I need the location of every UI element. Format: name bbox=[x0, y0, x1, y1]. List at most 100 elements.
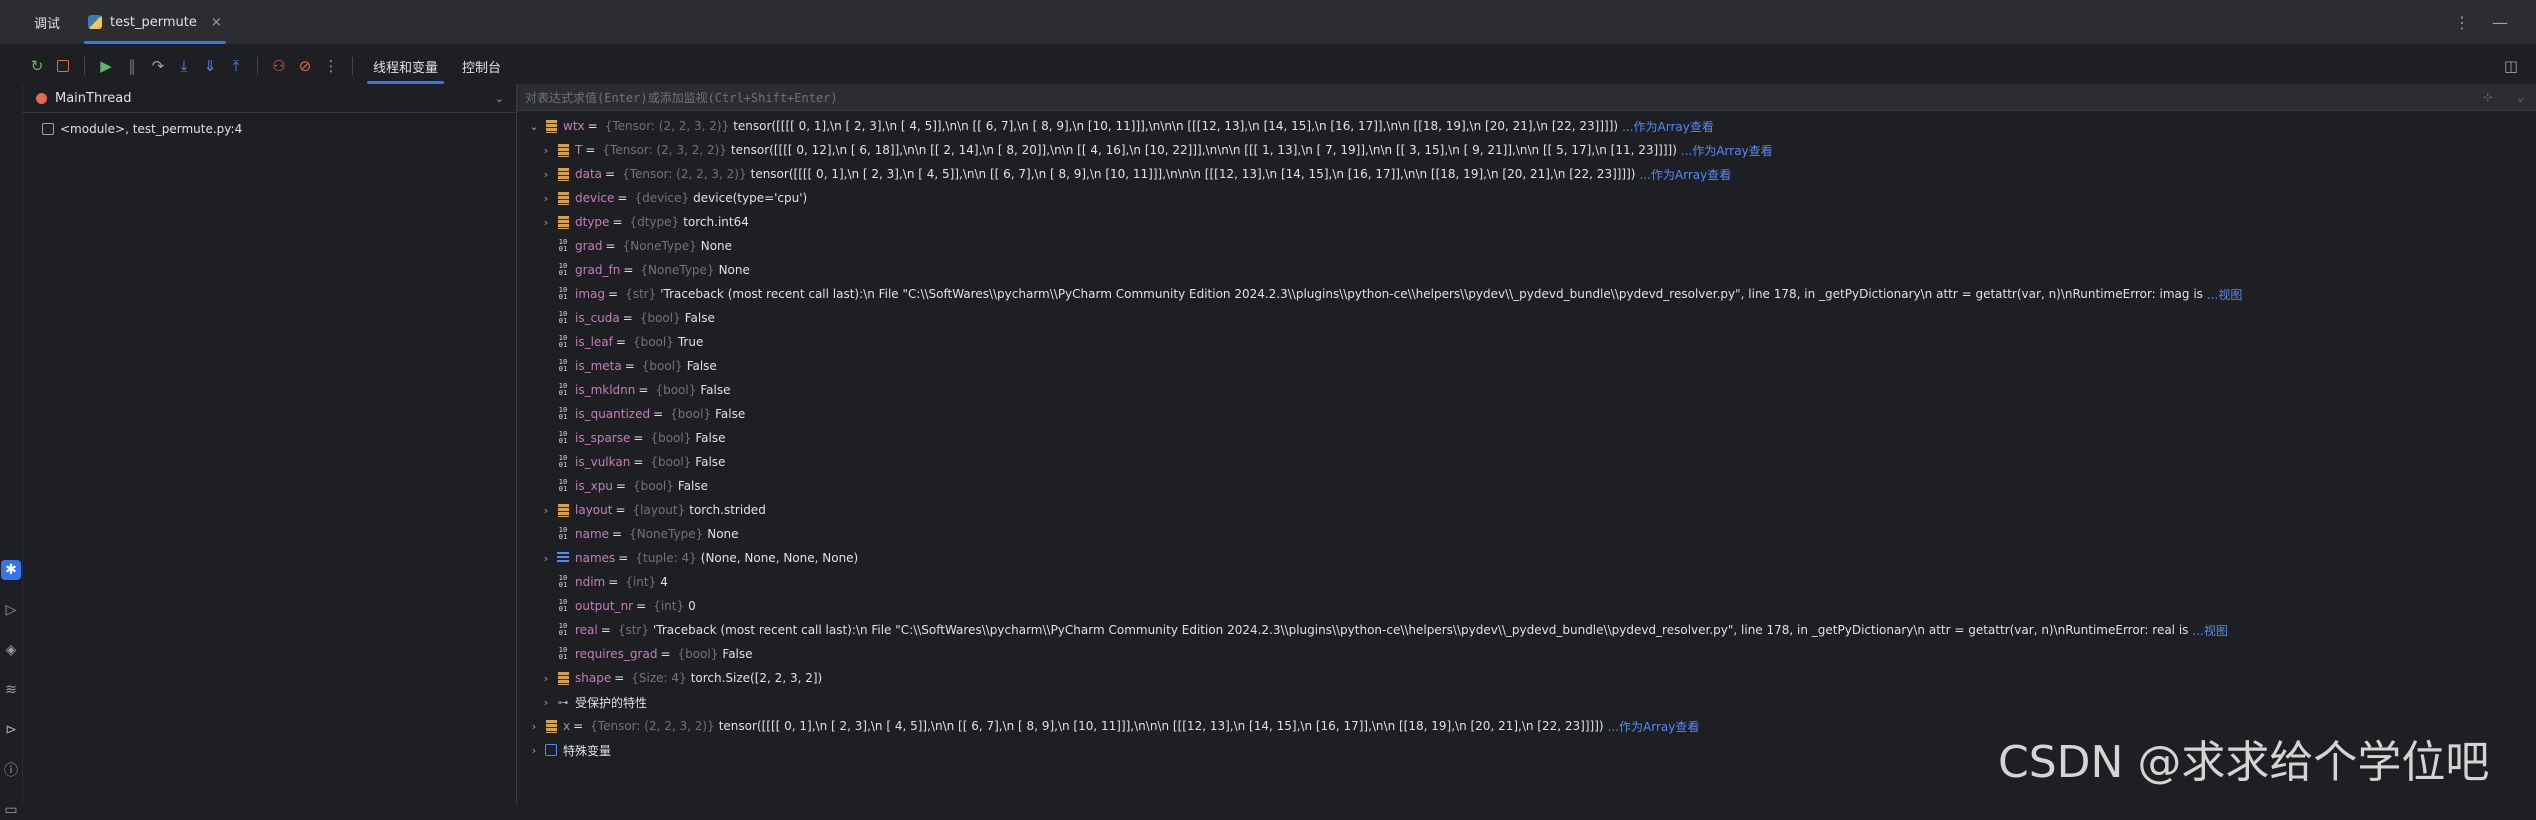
rerun-icon[interactable]: ↻ bbox=[24, 53, 50, 79]
variable-row[interactable]: 10 01 is_vulkan = {bool} False bbox=[517, 450, 2536, 474]
layers-icon[interactable]: ≋ bbox=[1, 680, 21, 700]
variable-row[interactable]: › device = {device} device(type='cpu') bbox=[517, 186, 2536, 210]
chevron-right-icon[interactable]: › bbox=[539, 168, 553, 181]
view-as-array-link[interactable]: ...作为Array查看 bbox=[1681, 142, 1773, 159]
variable-row[interactable]: › T = {Tensor: (2, 3, 2, 2)} tensor([[[[ 0, … bbox=[517, 138, 2536, 162]
variable-type: {bool} bbox=[632, 335, 674, 349]
variable-row[interactable]: 10 01 is_sparse = {bool} False bbox=[517, 426, 2536, 450]
variable-type: {bool} bbox=[650, 455, 692, 469]
variable-row[interactable]: › layout = {layout} torch.strided bbox=[517, 498, 2536, 522]
equals-sign: = bbox=[615, 335, 626, 349]
chevron-right-icon[interactable]: › bbox=[527, 744, 541, 757]
python-packages-icon[interactable]: ◈ bbox=[1, 640, 21, 660]
object-icon bbox=[556, 671, 570, 685]
variable-row[interactable]: › ⊶ 受保护的特性 bbox=[517, 690, 2536, 714]
variable-value: torch.strided bbox=[689, 503, 766, 517]
chevron-right-icon[interactable]: › bbox=[539, 192, 553, 205]
variable-row[interactable]: › shape = {Size: 4} torch.Size([2, 2, 3, 2]) bbox=[517, 666, 2536, 690]
chevron-right-icon[interactable]: › bbox=[539, 504, 553, 517]
chevron-right-icon[interactable]: › bbox=[539, 552, 553, 565]
chevron-right-icon[interactable]: › bbox=[539, 216, 553, 229]
step-into-icon[interactable]: ⤓ bbox=[171, 53, 197, 79]
variable-row[interactable]: 10 01 is_quantized = {bool} False bbox=[517, 402, 2536, 426]
close-icon[interactable]: × bbox=[211, 15, 222, 30]
debug-toolbar: ↻ ▶ ‖ ↷ ⤓ ⇓ ⤒ ⚇ ⊘ ⋮ 线程和变量 控制台 ◫ bbox=[24, 48, 2532, 84]
variable-type: {str} bbox=[617, 623, 649, 637]
tab-threads-variables[interactable]: 线程和变量 bbox=[361, 48, 450, 84]
evaluate-expression-input[interactable]: 对表达式求值(Enter)或添加监视(Ctrl+Shift+Enter) ⊹ ⌄ bbox=[517, 84, 2536, 111]
add-watch-icon[interactable]: ⊹ bbox=[2483, 90, 2493, 104]
variable-row[interactable]: 10 01 is_xpu = {bool} False bbox=[517, 474, 2536, 498]
variable-name: is_xpu bbox=[575, 479, 613, 493]
variable-row[interactable]: 10 01 output_nr = {int} 0 bbox=[517, 594, 2536, 618]
variables-tree: ⌄ wtx = {Tensor: (2, 2, 3, 2)} tensor([[[[ 0… bbox=[517, 114, 2536, 762]
mute-breakpoints-icon[interactable]: ⊘ bbox=[292, 53, 318, 79]
variable-name: name bbox=[575, 527, 610, 541]
equals-sign: = bbox=[624, 359, 635, 373]
terminal-icon[interactable]: ▭ bbox=[1, 800, 21, 820]
variable-row[interactable]: 10 01 is_mkldnn = {bool} False bbox=[517, 378, 2536, 402]
variable-row[interactable]: › data = {Tensor: (2, 2, 3, 2)} tensor([[[[ … bbox=[517, 162, 2536, 186]
variable-type: {Tensor: (2, 2, 3, 2)} bbox=[604, 119, 730, 133]
variable-value: tensor([[[[ 0, 1],\n [ 2, 3],\n [ 4, 5]]… bbox=[718, 719, 1604, 733]
pause-icon[interactable]: ‖ bbox=[119, 53, 145, 79]
chevron-right-icon[interactable]: › bbox=[539, 144, 553, 157]
step-over-icon[interactable]: ↷ bbox=[145, 53, 171, 79]
variable-row[interactable]: 10 01 name = {NoneType} None bbox=[517, 522, 2536, 546]
variable-name: names bbox=[575, 551, 616, 565]
run-config-tab[interactable]: test_permute × bbox=[84, 0, 226, 44]
view-link[interactable]: ...视图 bbox=[2207, 286, 2242, 303]
chevron-down-icon[interactable]: ⌄ bbox=[527, 120, 541, 133]
thread-selector[interactable]: MainThread ⌄ bbox=[22, 84, 516, 113]
equals-sign: = bbox=[612, 527, 623, 541]
variable-row[interactable]: 10 01 imag = {str} 'Traceback (most recent ca… bbox=[517, 282, 2536, 306]
variable-row[interactable]: 10 01 is_cuda = {bool} False bbox=[517, 306, 2536, 330]
primitive-icon: 10 01 bbox=[558, 430, 568, 445]
step-into-my-code-icon[interactable]: ⇓ bbox=[197, 53, 223, 79]
chevron-right-icon[interactable]: › bbox=[539, 672, 553, 685]
chevron-right-icon[interactable]: › bbox=[527, 720, 541, 733]
chevron-right-icon[interactable]: › bbox=[539, 696, 553, 709]
variable-value: None bbox=[700, 239, 733, 253]
variable-name: output_nr bbox=[575, 599, 634, 613]
equals-sign: = bbox=[608, 287, 619, 301]
variable-row[interactable]: › dtype = {dtype} torch.int64 bbox=[517, 210, 2536, 234]
run-icon[interactable]: ▷ bbox=[1, 600, 21, 620]
more-options-icon[interactable]: ⋮ bbox=[2454, 13, 2470, 32]
view-breakpoints-icon[interactable]: ⚇ bbox=[266, 53, 292, 79]
variable-row[interactable]: 10 01 is_meta = {bool} False bbox=[517, 354, 2536, 378]
variable-row[interactable]: › names = {tuple: 4} (None, None, None, None… bbox=[517, 546, 2536, 570]
view-link[interactable]: ...视图 bbox=[2192, 622, 2227, 639]
equals-sign: = bbox=[605, 239, 616, 253]
variable-name: is_meta bbox=[575, 359, 622, 373]
variable-row[interactable]: 10 01 ndim = {int} 4 bbox=[517, 570, 2536, 594]
problems-icon[interactable]: ⓘ bbox=[1, 760, 21, 780]
resume-icon[interactable]: ▶ bbox=[93, 53, 119, 79]
variable-value: False bbox=[722, 647, 753, 661]
tab-console[interactable]: 控制台 bbox=[450, 48, 513, 84]
variable-value: 0 bbox=[688, 599, 696, 613]
variable-row[interactable]: 10 01 grad_fn = {NoneType} None bbox=[517, 258, 2536, 282]
special-variables-icon bbox=[544, 743, 558, 757]
services-icon[interactable]: ⊳ bbox=[1, 720, 21, 740]
stack-frame[interactable]: <module>, test_permute.py:4 bbox=[22, 117, 516, 141]
view-as-array-link[interactable]: ...作为Array查看 bbox=[1622, 118, 1714, 135]
object-icon bbox=[544, 719, 558, 733]
more-icon[interactable]: ⋮ bbox=[318, 53, 344, 79]
step-out-icon[interactable]: ⤒ bbox=[223, 53, 249, 79]
view-as-array-link[interactable]: ...作为Array查看 bbox=[1608, 718, 1700, 735]
minimize-icon[interactable]: — bbox=[2492, 13, 2508, 32]
equals-sign: = bbox=[636, 599, 647, 613]
chevron-down-icon[interactable]: ⌄ bbox=[2517, 90, 2524, 104]
variable-row[interactable]: 10 01 real = {str} 'Traceback (most recent ca… bbox=[517, 618, 2536, 642]
variable-row[interactable]: 10 01 is_leaf = {bool} True bbox=[517, 330, 2536, 354]
layout-icon[interactable]: ◫ bbox=[2504, 57, 2518, 75]
variable-row[interactable]: 10 01 requires_grad = {bool} False bbox=[517, 642, 2536, 666]
variable-row[interactable]: 10 01 grad = {NoneType} None bbox=[517, 234, 2536, 258]
chevron-down-icon[interactable]: ⌄ bbox=[495, 92, 504, 105]
variable-row[interactable]: ⌄ wtx = {Tensor: (2, 2, 3, 2)} tensor([[[[ 0… bbox=[517, 114, 2536, 138]
variable-type: {bool} bbox=[639, 311, 681, 325]
debug-icon[interactable]: ✱ bbox=[1, 560, 21, 580]
view-as-array-link[interactable]: ...作为Array查看 bbox=[1639, 166, 1731, 183]
stop-icon[interactable] bbox=[50, 53, 76, 79]
